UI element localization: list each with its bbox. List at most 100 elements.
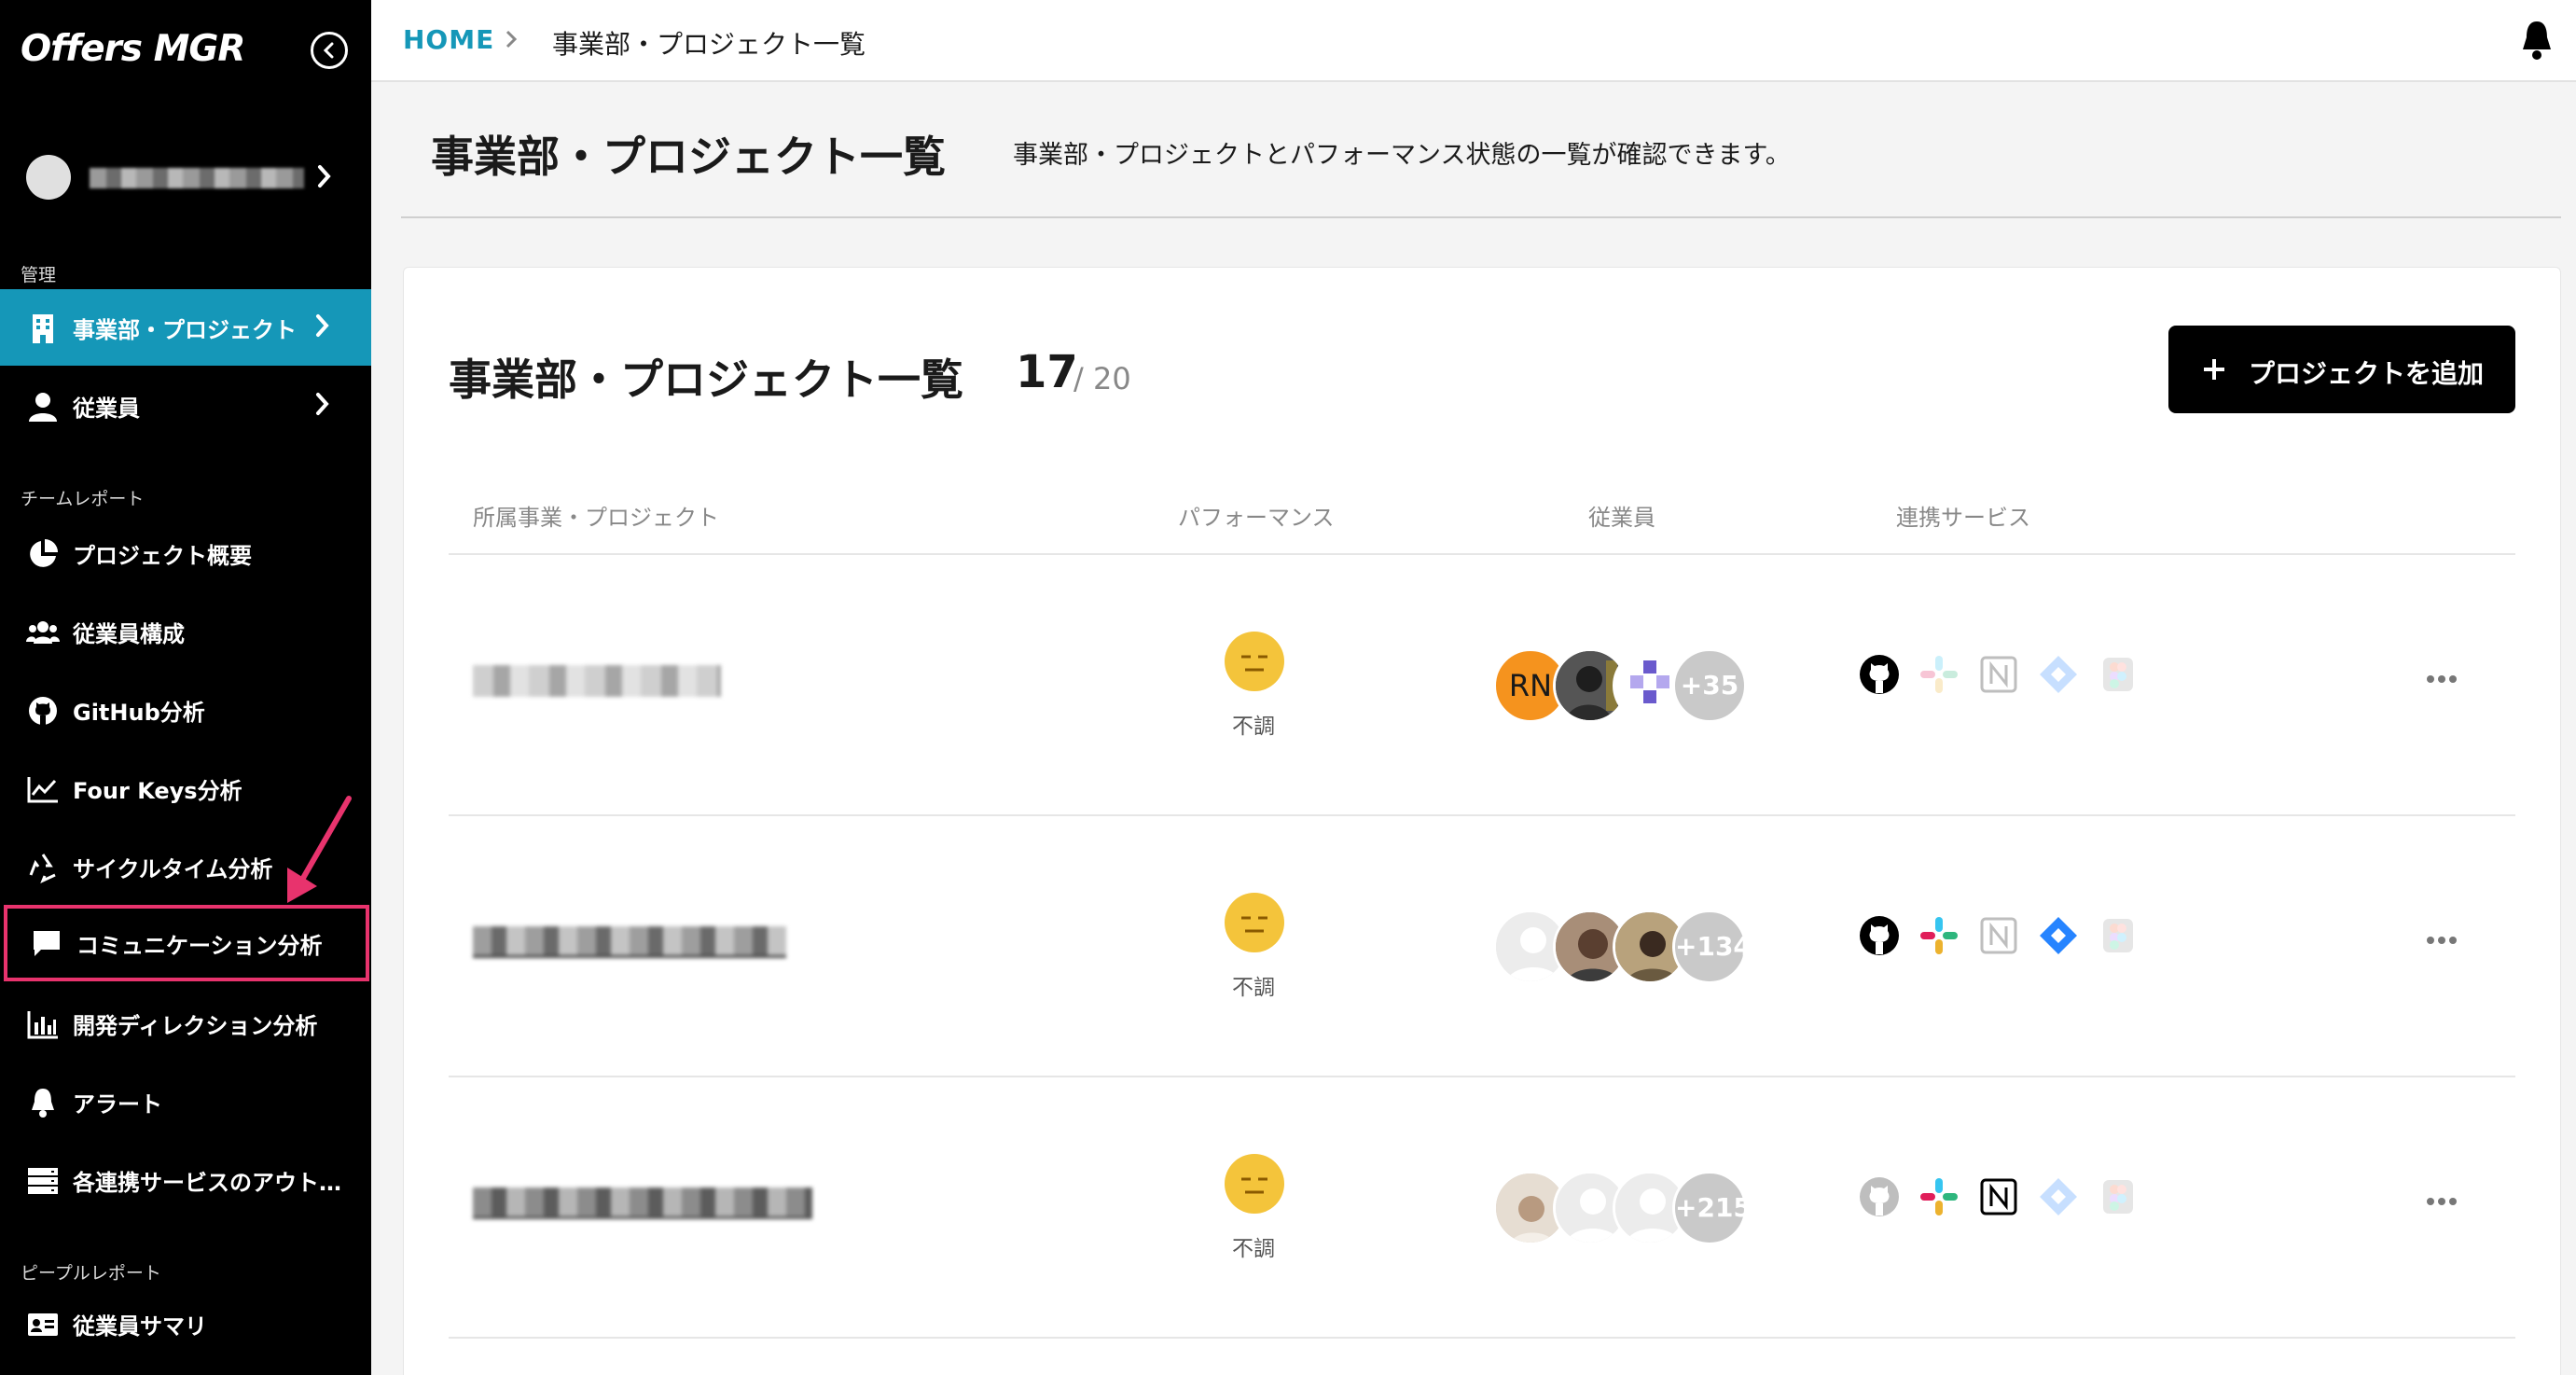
table-row[interactable]: 不調 RN +35 [449,553,2515,814]
performance-status: 不調 [1232,715,1275,739]
card-title: 事業部・プロジェクト一覧 [449,354,963,405]
github-icon[interactable] [1857,652,1902,697]
add-project-button[interactable]: プロジェクトを追加 [2168,326,2515,413]
column-header-services: 連携サービス [1896,505,2030,531]
neutral-face-icon [1241,1177,1267,1194]
chevron-right-icon [318,165,331,188]
project-count-max: / 20 [1073,361,1131,396]
sidebar-item-label: サイクルタイム分析 [73,856,273,882]
neutral-face-icon [1241,655,1267,672]
jira-icon[interactable] [2036,652,2081,697]
figma-icon[interactable] [2096,913,2140,958]
chevron-right-icon [316,314,329,337]
pie-chart-icon [30,539,58,567]
plus-icon [2204,359,2224,380]
page-title: 事業部・プロジェクト一覧 [431,132,946,182]
performance-status: 不調 [1232,1237,1275,1261]
sidebar-item-label: GitHub分析 [73,700,205,726]
more-options-icon[interactable] [2426,936,2458,945]
employee-avatar-stack[interactable]: +134 [1493,910,1773,984]
performance-face [1225,1154,1284,1214]
project-name-redacted [473,1188,812,1219]
performance-status: 不調 [1232,976,1275,1000]
more-options-icon[interactable] [2426,674,2458,684]
sidebar-item-projects[interactable]: 事業部・プロジェクト [0,289,371,366]
breadcrumb-separator-icon [506,30,518,49]
user-account-switcher[interactable] [26,153,343,201]
neutral-face-icon [1241,916,1267,933]
performance-face [1225,632,1284,691]
sidebar-item-label: 従業員サマリ [73,1313,207,1340]
sidebar-collapse-button[interactable] [311,32,348,69]
app-logo[interactable]: Offers MGR [21,28,245,70]
sidebar-item-communication-analysis[interactable]: コミュニケーション分析 [4,905,369,981]
notion-icon[interactable] [1976,1174,2021,1219]
sidebar-item-employee-summary[interactable]: 従業員サマリ [0,1285,371,1362]
page-header: 事業部・プロジェクト一覧 事業部・プロジェクトとパフォーマンス状態の一覧が確認で… [401,82,2561,218]
sidebar-item-label: コミュニケーション分析 [76,933,323,959]
sidebar-item-employee-composition[interactable]: 従業員構成 [0,593,371,670]
server-icon [28,1168,58,1194]
top-bar: HOME 事業部・プロジェクト一覧 [371,0,2576,82]
row-divider [449,1337,2515,1339]
recycle-icon [29,854,56,883]
figma-icon[interactable] [2096,652,2140,697]
sidebar-item-label: 各連携サービスのアウト… [73,1170,341,1196]
chevron-right-icon [316,393,329,415]
column-header-performance: パフォーマンス [1178,505,1335,531]
jira-icon[interactable] [2036,1174,2081,1219]
bar-chart-icon [27,1011,58,1039]
notion-icon[interactable] [1976,913,2021,958]
page-description: 事業部・プロジェクトとパフォーマンス状態の一覧が確認できます。 [1013,141,1791,170]
table-row[interactable]: 不調 +134 [449,814,2515,1076]
sidebar-item-label: アラート [73,1091,162,1118]
sidebar-item-service-output[interactable]: 各連携サービスのアウト… [0,1142,371,1218]
project-name-redacted [473,926,786,958]
annotation-arrow-icon [287,796,352,903]
figma-icon[interactable] [2096,1174,2140,1219]
sidebar-item-label: 開発ディレクション分析 [73,1013,318,1039]
column-header-employees: 従業員 [1588,505,1655,531]
chat-bubble-icon [34,931,60,956]
sidebar: Offers MGR 管理 事業部・プロジェクト 従業員 チームレポート プロジ [0,0,371,1375]
project-list-card: 事業部・プロジェクト一覧 17 / 20 プロジェクトを追加 所属事業・プロジェ… [403,267,2561,1375]
slack-icon[interactable] [1917,652,1961,697]
sidebar-item-label: 従業員 [73,396,140,422]
sidebar-item-employees[interactable]: 従業員 [0,368,371,444]
section-label-manage: 管理 [21,265,57,285]
section-label-people-report: ピープルレポート [21,1263,161,1284]
sidebar-item-label: 従業員構成 [73,621,185,647]
employee-more-count: +35 [1672,648,1747,723]
sidebar-item-label: 事業部・プロジェクト [73,317,297,343]
breadcrumb-current: 事業部・プロジェクト一覧 [552,29,866,60]
table-row[interactable]: 不調 +215 [449,1076,2515,1337]
building-icon [33,314,53,343]
sidebar-item-project-overview[interactable]: プロジェクト概要 [0,515,371,591]
github-icon[interactable] [1857,913,1902,958]
column-header-project: 所属事業・プロジェクト [473,505,719,531]
sidebar-item-label: プロジェクト概要 [73,543,252,569]
notion-icon[interactable] [1976,652,2021,697]
chevron-left-icon [323,42,334,59]
breadcrumb-home[interactable]: HOME [403,24,494,55]
github-icon[interactable] [1857,1174,1902,1219]
more-options-icon[interactable] [2426,1197,2458,1206]
user-name-redacted [90,168,304,188]
line-chart-icon [27,777,58,803]
employee-more-count: +215 [1672,1171,1752,1245]
notification-bell-icon[interactable] [2518,19,2555,62]
person-icon [29,393,57,422]
sidebar-item-alerts[interactable]: アラート [0,1063,371,1140]
employee-more-count: +134 [1672,910,1752,984]
employee-avatar-stack[interactable]: +215 [1493,1171,1773,1245]
jira-icon[interactable] [2036,913,2081,958]
github-icon [29,697,57,725]
employee-avatar-stack[interactable]: RN +35 [1493,648,1773,723]
slack-icon[interactable] [1917,913,1961,958]
add-project-label: プロジェクトを追加 [2249,358,2485,389]
project-count: 17 [1016,346,1078,398]
slack-icon[interactable] [1917,1174,1961,1219]
sidebar-item-github-analysis[interactable]: GitHub分析 [0,672,371,748]
sidebar-item-dev-direction-analysis[interactable]: 開発ディレクション分析 [0,985,371,1062]
avatar [26,155,71,200]
